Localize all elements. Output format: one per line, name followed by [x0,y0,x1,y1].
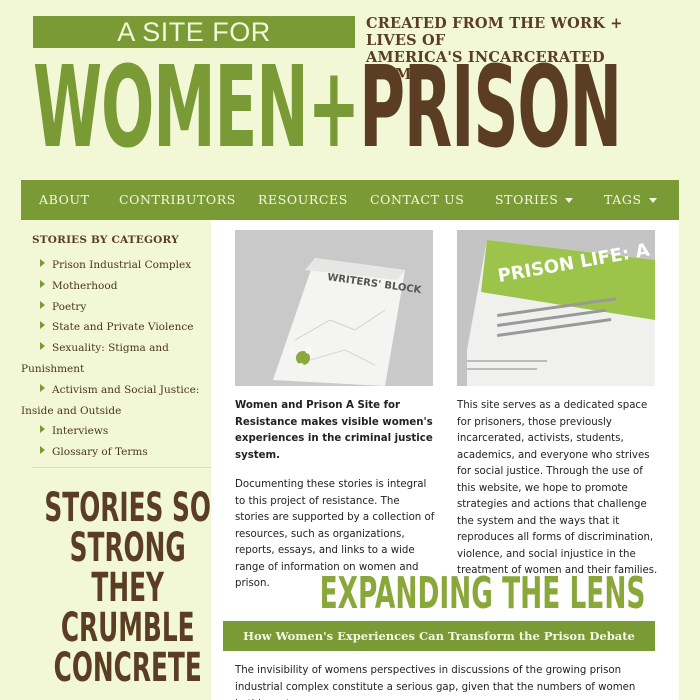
nav-stories-label: STORIES [495,192,559,207]
sidebar-item-motherhood[interactable]: Motherhood [40,276,210,297]
sidebar-item-label-continued: Punishment [21,362,85,375]
sidebar-divider [32,467,211,468]
sidebar-item-label: State and Private Violence [52,321,194,334]
nav-resources[interactable]: RESOURCES [258,192,348,207]
nav-contact-us-label: CONTACT US [370,192,465,207]
nav-resources-label: RESOURCES [258,192,348,207]
nav-contributors[interactable]: CONTRIBUTORS [119,192,236,207]
sidebar-item-label-continued: Inside and Outside [21,404,122,417]
sidebar-item-label: Motherhood [52,279,118,292]
title-women: WOMEN [33,43,309,173]
section-title-text: EXPANDING THE LENS [319,568,646,619]
writers-block-booklet-image[interactable]: WRITERS' BLOCK [235,230,433,386]
sidebar-item-sexuality[interactable]: Sexuality: Stigma and Punishment [21,338,210,380]
intro-column-right: This site serves as a dedicated space fo… [457,398,662,580]
nav-about-label: ABOUT [39,192,90,207]
nav-tags[interactable]: TAGS [604,192,657,207]
title-prison: PRISON [359,43,622,173]
sidebar-item-label: Activism and Social Justice: [52,383,200,396]
sidebar-item-glossary[interactable]: Glossary of Terms [40,442,210,463]
sidebar-item-label: Glossary of Terms [52,446,148,459]
slogan-line: STRONG [69,525,186,571]
sidebar-item-label: Prison Industrial Complex [52,259,192,271]
arrow-right-icon [40,259,45,267]
sidebar-item-label: Interviews [52,425,109,438]
sidebar-item-label: Sexuality: Stigma and [52,342,169,355]
booklet-illustration: PRISON LIFE: A DAY [457,230,655,386]
sidebar-item-prison-industrial-complex[interactable]: Prison Industrial Complex [40,255,210,276]
sidebar: STORIES BY CATEGORY Prison Industrial Co… [21,220,211,700]
site-logo-title[interactable]: WOMEN+PRISON [33,52,622,164]
main-nav: ABOUT CONTRIBUTORS RESOURCES CONTACT US … [21,180,679,220]
chevron-down-icon [565,198,574,203]
slogan-line: THEY CRUMBLE [60,565,195,651]
sidebar-item-state-private-violence[interactable]: State and Private Violence [40,317,210,338]
booklet-illustration: WRITERS' BLOCK [235,230,433,386]
intro-lead: Women and Prison A Site for Resistance m… [235,400,433,461]
section-title: EXPANDING THE LENS [211,568,679,619]
arrow-right-icon [40,446,45,455]
nav-stories[interactable]: STORIES [495,192,574,207]
sidebar-item-poetry[interactable]: Poetry [40,297,210,318]
mission-paragraph: This site serves as a dedicated space fo… [457,400,658,576]
section-body: The invisibility of womens perspectives … [235,665,636,700]
title-plus: + [307,43,361,173]
slogan-line: STORIES SO [44,485,211,531]
chevron-down-icon [648,198,657,203]
arrow-right-icon [40,321,45,330]
sidebar-slogan: STORIES SO STRONG THEY CRUMBLE CONCRETE [44,488,211,688]
slogan-line: CONCRETE [53,645,202,691]
nav-contributors-label: CONTRIBUTORS [119,192,236,207]
arrow-right-icon [40,425,45,434]
arrow-right-icon [40,383,45,392]
arrow-right-icon [40,279,45,288]
arrow-right-icon [40,342,45,351]
nav-contact-us[interactable]: CONTACT US [370,192,464,207]
nav-about[interactable]: ABOUT [39,192,90,207]
sidebar-heading: STORIES BY CATEGORY [32,234,179,246]
arrow-right-icon [40,300,45,309]
section-subheading: How Women's Experiences Can Transform th… [223,621,655,651]
sidebar-item-label: Poetry [52,300,87,313]
category-list: Prison Industrial Complex Motherhood Poe… [21,255,210,463]
sidebar-item-activism[interactable]: Activism and Social Justice: Inside and O… [21,380,210,422]
nav-tags-label: TAGS [604,192,642,207]
main-content: WRITERS' BLOCK PRISON LIFE: A DAY Women … [211,220,679,700]
intro-column-left: Women and Prison A Site for Resistance m… [235,398,435,593]
sidebar-item-interviews[interactable]: Interviews [40,421,210,442]
prison-life-booklet-image[interactable]: PRISON LIFE: A DAY [457,230,655,386]
